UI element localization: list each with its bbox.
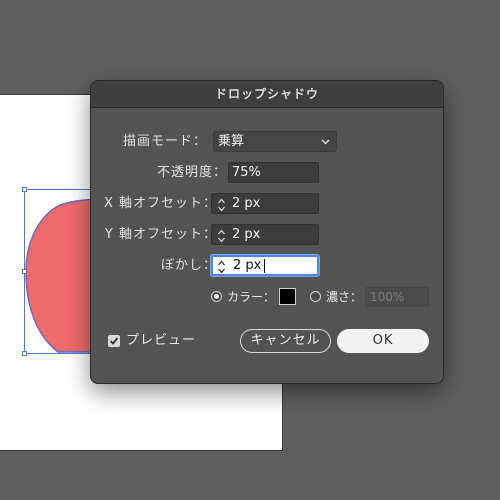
blur-input[interactable]: 2 px: [211, 255, 319, 276]
dialog-title: ドロップシャドウ: [91, 81, 443, 108]
x-offset-input[interactable]: 2 px: [211, 193, 319, 214]
color-radio[interactable]: [211, 291, 222, 302]
opacity-value: 75%: [232, 165, 261, 180]
y-offset-input[interactable]: 2 px: [211, 224, 319, 245]
cancel-button[interactable]: キャンセル: [240, 329, 331, 353]
chevron-down-icon: [321, 132, 330, 158]
blur-value: 2 px: [233, 258, 262, 273]
opacity-input[interactable]: 75%: [228, 162, 319, 183]
opacity-row: 不透明度： 75%: [91, 162, 443, 184]
blur-label: ぼかし：: [160, 258, 217, 273]
blend-mode-label: 描画モード：: [122, 134, 207, 149]
text-caret: [264, 259, 265, 273]
x-offset-label: X 軸オフセット：: [103, 196, 217, 211]
blend-mode-row: 描画モード： 乗算: [91, 131, 443, 153]
preview-checkbox[interactable]: [108, 335, 120, 347]
stepper-icon[interactable]: [214, 195, 228, 212]
x-offset-value: 2 px: [232, 196, 261, 211]
checkmark-icon: [109, 337, 119, 345]
y-offset-label: Y 軸オフセット：: [104, 227, 217, 242]
color-swatch[interactable]: [279, 288, 296, 305]
ok-button[interactable]: OK: [337, 329, 429, 353]
opacity-label: 不透明度：: [156, 165, 227, 180]
shadow-color-row: カラー： 濃さ： 100%: [91, 287, 443, 309]
selection-handle-bottom-left[interactable]: [22, 351, 27, 356]
blend-mode-select[interactable]: 乗算: [213, 131, 337, 152]
y-offset-value: 2 px: [232, 227, 261, 242]
blur-row: ぼかし： 2 px: [91, 255, 443, 277]
dialog-footer: プレビュー キャンセル OK: [91, 329, 443, 357]
stepper-icon[interactable]: [214, 226, 228, 243]
selection-handle-top-left[interactable]: [22, 187, 27, 192]
stepper-icon[interactable]: [214, 257, 228, 274]
drop-shadow-dialog: ドロップシャドウ 描画モード： 乗算 不透明度： 75% X 軸オフセット： 2…: [90, 80, 444, 384]
x-offset-row: X 軸オフセット： 2 px: [91, 193, 443, 215]
density-radio-label: 濃さ：: [326, 290, 363, 304]
density-input[interactable]: 100%: [365, 287, 429, 307]
selection-handle-middle-left[interactable]: [22, 269, 27, 274]
preview-label: プレビュー: [126, 333, 197, 348]
y-offset-row: Y 軸オフセット： 2 px: [91, 224, 443, 246]
blend-mode-value: 乗算: [218, 134, 245, 149]
color-radio-label: カラー：: [227, 290, 276, 304]
density-radio[interactable]: [310, 291, 321, 302]
